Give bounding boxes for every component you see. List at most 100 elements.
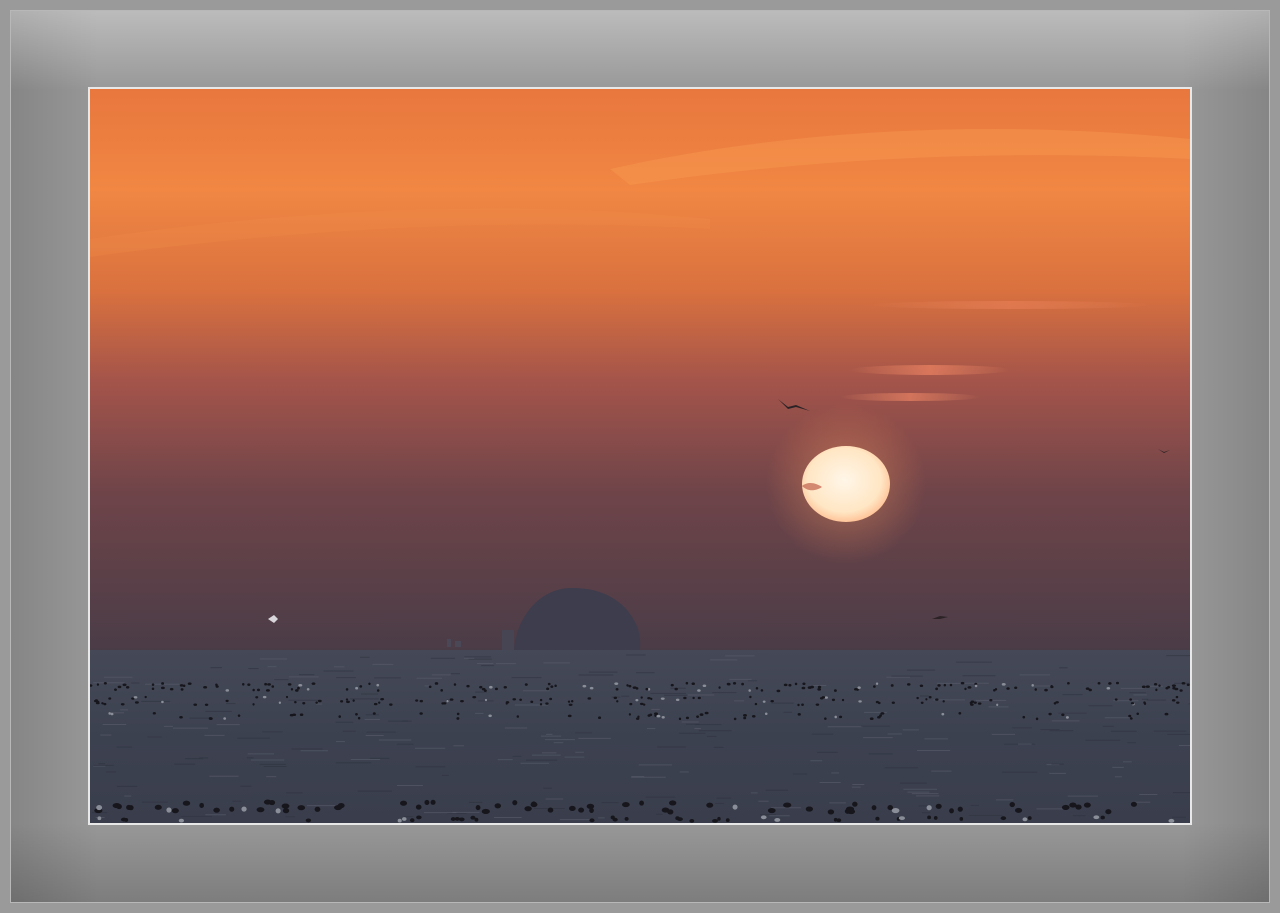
buoy bbox=[430, 799, 436, 805]
buoy bbox=[346, 700, 350, 704]
buoy bbox=[1022, 817, 1028, 822]
buoy bbox=[854, 687, 858, 691]
buoy bbox=[116, 803, 122, 810]
buoy bbox=[697, 689, 701, 692]
buoy bbox=[252, 688, 255, 692]
buoy bbox=[660, 697, 665, 700]
buoy bbox=[96, 683, 100, 686]
buoy bbox=[801, 703, 804, 706]
buoy bbox=[928, 696, 932, 699]
buoy bbox=[160, 686, 165, 690]
buoy bbox=[169, 687, 174, 691]
buoy bbox=[783, 683, 788, 687]
buoy bbox=[494, 803, 502, 809]
buoy bbox=[877, 715, 881, 719]
buoy bbox=[124, 818, 129, 822]
buoy bbox=[299, 713, 304, 716]
buoy bbox=[271, 685, 275, 688]
cloud-streak bbox=[840, 393, 980, 401]
buoy bbox=[178, 818, 184, 823]
buoy bbox=[742, 714, 747, 717]
buoy bbox=[760, 689, 764, 692]
buoy bbox=[751, 715, 756, 718]
buoy bbox=[802, 682, 806, 685]
buoy bbox=[615, 687, 619, 691]
buoy bbox=[977, 702, 982, 705]
buoy bbox=[352, 699, 355, 702]
buoy bbox=[306, 687, 310, 691]
buoy bbox=[1164, 712, 1169, 716]
buoy bbox=[683, 696, 687, 700]
buoy bbox=[871, 805, 877, 811]
buoy bbox=[305, 818, 312, 823]
buoy bbox=[317, 699, 322, 703]
buoy bbox=[292, 713, 297, 717]
buoy bbox=[1050, 685, 1054, 689]
buoy bbox=[726, 682, 730, 686]
buoy bbox=[926, 805, 932, 811]
buoy bbox=[637, 715, 640, 719]
buoy bbox=[741, 682, 744, 686]
buoy bbox=[1181, 681, 1186, 685]
buoy bbox=[967, 686, 972, 689]
buoy bbox=[524, 806, 532, 812]
buoy bbox=[182, 800, 191, 806]
buoy bbox=[275, 808, 281, 814]
buoy bbox=[567, 700, 571, 703]
buoy bbox=[311, 682, 316, 685]
buoy bbox=[1105, 809, 1112, 815]
buoy bbox=[733, 717, 737, 721]
buoy bbox=[919, 684, 924, 688]
buoy bbox=[524, 683, 528, 686]
buoy bbox=[546, 687, 550, 691]
buoy bbox=[488, 714, 492, 718]
buoy bbox=[1031, 684, 1034, 687]
buoy bbox=[628, 713, 632, 716]
buoy bbox=[696, 715, 700, 718]
buoy bbox=[428, 685, 432, 689]
buoy bbox=[213, 807, 220, 813]
buoy bbox=[810, 685, 815, 689]
buoy bbox=[568, 805, 576, 812]
buoy bbox=[1114, 698, 1118, 701]
buoy bbox=[479, 685, 483, 689]
buoy bbox=[1143, 702, 1147, 705]
buoy bbox=[489, 685, 493, 689]
buoy bbox=[355, 686, 359, 690]
picture-frame bbox=[0, 0, 1280, 913]
buoy bbox=[456, 712, 460, 716]
buoy bbox=[755, 687, 759, 690]
buoy bbox=[547, 682, 551, 686]
buoy bbox=[624, 816, 629, 821]
buoy bbox=[767, 807, 776, 814]
buoy bbox=[568, 703, 573, 707]
buoy bbox=[399, 800, 408, 806]
buoy bbox=[831, 698, 836, 702]
buoy bbox=[839, 715, 843, 719]
buoy bbox=[943, 683, 947, 687]
buoy bbox=[996, 703, 999, 707]
buoy bbox=[805, 806, 814, 812]
buoy bbox=[1130, 702, 1135, 705]
buoy bbox=[368, 682, 371, 686]
buoy bbox=[530, 802, 538, 808]
buoy bbox=[875, 700, 879, 704]
buoy bbox=[458, 817, 465, 822]
buoy bbox=[1115, 681, 1120, 685]
buoy bbox=[484, 698, 488, 702]
buoy bbox=[416, 815, 422, 820]
buoy bbox=[355, 713, 358, 716]
buoy bbox=[101, 702, 104, 705]
buoy bbox=[415, 699, 419, 702]
buoy bbox=[732, 804, 738, 810]
buoy bbox=[225, 689, 230, 692]
buoy bbox=[1171, 699, 1176, 702]
sunset-photo bbox=[88, 87, 1192, 825]
buoy bbox=[628, 684, 632, 688]
buoy bbox=[208, 717, 212, 720]
buoy bbox=[616, 700, 619, 703]
buoy bbox=[647, 714, 651, 717]
buoy bbox=[875, 682, 879, 685]
buoy bbox=[635, 698, 639, 702]
buoy bbox=[834, 715, 837, 719]
